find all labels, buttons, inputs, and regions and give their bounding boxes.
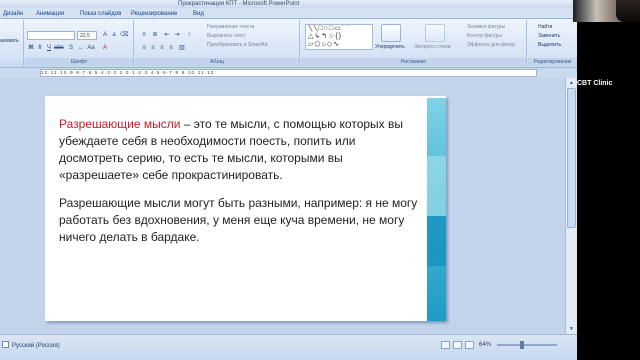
powerpoint-window: Прокрастинация КПТ - Microsoft PowerPoin… (0, 0, 577, 360)
vertical-scrollbar[interactable]: ▲ ▼ (565, 78, 577, 334)
shape-outline-button[interactable]: Контур фигуры (467, 32, 502, 40)
bullets-icon[interactable]: ≡ (140, 31, 148, 39)
slide-canvas[interactable]: Разрешающие мысли – это те мысли, с помо… (45, 96, 446, 321)
drawing-group-label: Рисование (301, 58, 526, 66)
shape-fill-button[interactable]: Заливка фигуры (467, 23, 505, 31)
decrease-indent-icon[interactable]: ⇤ (163, 31, 171, 39)
numbering-icon[interactable]: ≣ (151, 31, 159, 39)
strikethrough-icon[interactable]: abc (54, 44, 64, 52)
title-bar: Прокрастинация КПТ - Microsoft PowerPoin… (0, 0, 577, 8)
replace-button[interactable]: Заменить (538, 32, 560, 40)
scroll-down-icon[interactable]: ▼ (567, 325, 576, 333)
tab-design[interactable]: Дизайн (3, 9, 23, 19)
shrink-font-icon[interactable]: a (110, 31, 118, 39)
scroll-thumb[interactable] (567, 88, 576, 228)
editing-group-label: Редактирование (528, 58, 577, 66)
arrange-icon[interactable] (381, 24, 401, 42)
slides-group: ановить (0, 20, 24, 66)
ruler-numbers: 12·11·10·9·8·7·6·5·4·3·2·1·0·1·2·3·4·5·6… (41, 70, 215, 75)
tab-review[interactable]: Рецензирование (131, 9, 177, 19)
highlight-term: Разрешающие мысли (59, 117, 181, 131)
columns-icon[interactable]: ▥ (178, 44, 186, 52)
line-spacing-icon[interactable]: ↕ (185, 31, 193, 39)
quick-styles-button[interactable]: Экспресс-стили (414, 43, 451, 51)
decor-stripe-dark (427, 216, 446, 266)
normal-view-icon[interactable] (441, 341, 450, 349)
text-direction-button[interactable]: Направление текста (207, 23, 254, 31)
align-center-icon[interactable]: ≡ (149, 44, 157, 52)
bold-icon[interactable]: Ж (27, 44, 35, 52)
shadow-icon[interactable]: S (67, 44, 75, 52)
align-text-button[interactable]: Выровнять текст (207, 32, 246, 40)
decor-stripe-light (427, 156, 446, 216)
align-left-icon[interactable]: ≡ (140, 44, 148, 52)
shapes-gallery[interactable]: ╲╲□○□▭⌒ △↳↰☆{} ▱⬠⌂◇∿ (305, 24, 373, 50)
align-right-icon[interactable]: ≡ (158, 44, 166, 52)
font-name-field[interactable] (27, 31, 75, 40)
zoom-slider[interactable] (497, 344, 557, 346)
language-indicator[interactable]: Русский (Россия) (12, 342, 60, 350)
ribbon: ановить 22,5 A a ⌫ Ж К Ч abc S ↔ Aa A Шр… (0, 19, 577, 68)
spacing-icon[interactable]: ↔ (77, 44, 85, 52)
ribbon-tabs: Дизайн Анимация Показ слайдов Рецензиров… (0, 8, 577, 19)
drawing-group: ╲╲□○□▭⌒ △↳↰☆{} ▱⬠⌂◇∿ Упорядочить Экспресс-… (301, 20, 527, 66)
increase-indent-icon[interactable]: ⇥ (173, 31, 181, 39)
spellcheck-icon[interactable] (2, 341, 9, 348)
zoom-slider-thumb[interactable] (520, 341, 525, 349)
tab-slideshow[interactable]: Показ слайдов (80, 9, 121, 19)
justify-icon[interactable]: ≡ (167, 44, 175, 52)
scroll-up-icon[interactable]: ▲ (567, 79, 576, 87)
underline-icon[interactable]: Ч (45, 44, 53, 52)
presenter-image (616, 0, 640, 22)
clear-format-icon[interactable]: ⌫ (120, 31, 128, 39)
webcam-panel (577, 0, 640, 360)
horizontal-ruler: 12·11·10·9·8·7·6·5·4·3·2·1·0·1·2·3·4·5·6… (40, 69, 537, 77)
quick-styles-icon[interactable] (425, 24, 445, 42)
arrange-button[interactable]: Упорядочить (375, 43, 405, 51)
font-color-icon[interactable]: A (101, 44, 109, 52)
select-button[interactable]: Выделить (538, 41, 561, 49)
webcam-label: CBT Clinic (577, 80, 613, 87)
font-group: 22,5 A a ⌫ Ж К Ч abc S ↔ Aa A Шрифт (25, 20, 134, 66)
zoom-level[interactable]: 64% (479, 341, 491, 349)
paragraph-2: Разрешающие мысли могут быть разными, на… (59, 196, 418, 244)
paragraph-group: ≡ ≣ ⇤ ⇥ ↕ ≡ ≡ ≡ ≡ ▥ Направление текста В… (135, 20, 300, 66)
italic-icon[interactable]: К (36, 44, 44, 52)
tab-animation[interactable]: Анимация (36, 9, 64, 19)
paragraph-1: Разрешающие мысли – это те мысли, с помо… (59, 116, 419, 184)
sorter-view-icon[interactable] (453, 341, 462, 349)
smartart-button[interactable]: Преобразовать в SmartArt (207, 41, 268, 49)
shape-effects-button[interactable]: Эффекты для фигур (467, 41, 515, 49)
case-icon[interactable]: Aa (87, 44, 95, 52)
editing-group: Найти Заменить Выделить Редактирование (528, 20, 577, 66)
font-size-field[interactable]: 22,5 (77, 31, 97, 40)
slideshow-view-icon[interactable] (465, 341, 474, 349)
reset-button[interactable]: ановить (0, 37, 19, 45)
paragraph-group-label: Абзац (135, 58, 299, 66)
status-bar: Русский (Россия) 64% (0, 334, 577, 360)
font-group-label: Шрифт (25, 58, 133, 66)
slide-text-box[interactable]: Разрешающие мысли – это те мысли, с помо… (59, 116, 419, 257)
slide-workspace: Разрешающие мысли – это те мысли, с помо… (0, 78, 565, 334)
tab-view[interactable]: Вид (193, 9, 204, 19)
window-title: Прокрастинация КПТ - Microsoft PowerPoin… (178, 1, 300, 7)
find-button[interactable]: Найти (538, 23, 552, 31)
grow-font-icon[interactable]: A (101, 31, 109, 39)
